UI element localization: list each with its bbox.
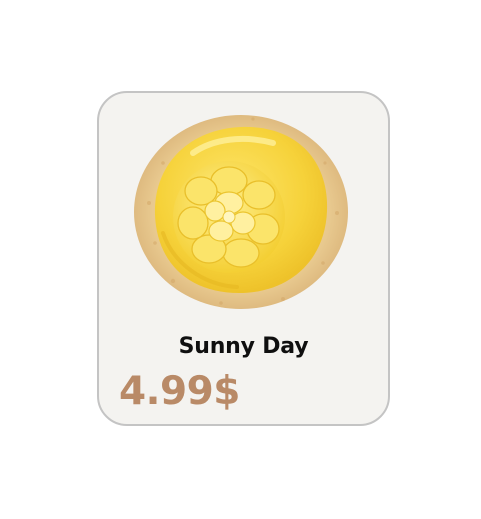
product-price: 4.99$ (119, 369, 240, 414)
product-card[interactable]: Sunny Day 4.99$ (97, 91, 390, 426)
product-name: Sunny Day (178, 334, 309, 359)
frosted-cookie-icon (133, 113, 349, 311)
